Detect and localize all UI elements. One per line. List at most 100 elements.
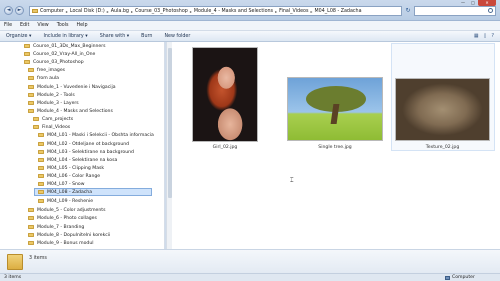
command-bar: Organize ▾ Include in library ▾ Share wi… <box>0 31 500 42</box>
burn-button[interactable]: Burn <box>141 34 152 39</box>
tree-item[interactable]: Module_6 - Photo collages <box>28 214 97 222</box>
close-button[interactable]: ✕ <box>478 0 496 6</box>
computer-icon <box>445 275 450 280</box>
tree-item[interactable]: M04_L05 - Clipping Mask <box>38 164 104 172</box>
title-bar: ◄ ► Computer ▸ Local Disk (D:) ▸ Aula.bg ▸ … <box>0 0 500 21</box>
folder-icon <box>28 225 34 229</box>
tree-item[interactable]: Cam_projects <box>33 115 73 123</box>
folder-icon <box>28 233 34 237</box>
status-bar: 3 items Computer <box>0 273 500 281</box>
tree-item[interactable]: M04_L06 - Color Range <box>38 172 100 180</box>
folder-icon <box>24 44 30 48</box>
thumbnail-girl[interactable] <box>192 47 258 142</box>
tree-item[interactable]: M04_L07 - Snow <box>38 180 84 188</box>
file-name: Texture_02.jpg <box>425 145 460 150</box>
tree-item[interactable]: Module_2 - Tools <box>28 91 75 99</box>
tree-item[interactable]: M04_L04 - Selektirane na kosa <box>38 156 117 164</box>
breadcrumb-disk[interactable]: Local Disk (D:) <box>70 9 105 14</box>
tree-item-selected[interactable]: M04_L08 - Zadacha <box>34 188 152 196</box>
folder-icon <box>32 9 38 13</box>
maximize-button[interactable]: □ <box>468 0 478 6</box>
view-controls: ▦ ▯ ? <box>474 33 494 39</box>
help-icon[interactable]: ? <box>491 33 494 39</box>
breadcrumb-course[interactable]: Course_03_Photoshop <box>135 9 188 14</box>
tree-item[interactable]: Module_7 - Branding <box>28 223 84 231</box>
folder-icon <box>28 216 34 220</box>
breadcrumb-aula[interactable]: Aula.bg <box>111 9 129 14</box>
view-options-icon[interactable]: ▦ <box>474 33 479 39</box>
tree-item[interactable]: M04_L03 - Selektirane na background <box>38 148 134 156</box>
back-icon: ◄ <box>6 7 11 13</box>
folder-icon <box>28 241 34 245</box>
status-item-count: 3 items <box>4 275 22 280</box>
address-bar[interactable]: Computer ▸ Local Disk (D:) ▸ Aula.bg ▸ Cour… <box>29 6 402 16</box>
folder-icon <box>28 109 34 113</box>
share-with-button[interactable]: Share with ▾ <box>100 34 129 39</box>
mouse-cursor-icon: ⌶ <box>290 177 294 184</box>
tree-item[interactable]: M04_L01 - Maski i Selekcii - Obshta info… <box>38 131 154 139</box>
tree-item[interactable]: Final_Videos <box>33 123 70 131</box>
forward-icon: ► <box>17 7 22 13</box>
folder-icon <box>28 68 34 72</box>
folder-icon <box>33 125 39 129</box>
tree-item[interactable]: M04_L02 - Otdeljane ot background <box>38 140 129 148</box>
breadcrumb-lesson[interactable]: M04_L08 - Zadacha <box>315 9 362 14</box>
tree-item[interactable]: Module_9 - Bonus modul <box>28 239 94 247</box>
tree-item[interactable]: M04_L09 - Reshenie <box>38 197 93 205</box>
folder-icon <box>28 101 34 105</box>
thumbnail-single-tree[interactable] <box>287 77 383 141</box>
thumbnail-texture[interactable] <box>395 78 490 141</box>
tree-trunk <box>330 104 340 124</box>
folder-icon <box>24 52 30 56</box>
menu-view[interactable]: View <box>37 23 48 28</box>
folder-icon <box>38 182 44 186</box>
minimize-button[interactable]: — <box>458 0 468 6</box>
folder-icon <box>33 117 39 121</box>
back-button[interactable]: ◄ <box>4 6 13 15</box>
breadcrumb-module[interactable]: Module_4 - Masks and Selections <box>194 9 273 14</box>
folder-icon <box>38 190 44 194</box>
folder-icon <box>24 60 30 64</box>
menu-file[interactable]: File <box>4 23 12 28</box>
new-folder-button[interactable]: New folder <box>164 34 190 39</box>
status-location: Computer <box>445 275 475 280</box>
file-name: Single tree.jpg <box>318 145 352 150</box>
tree-item[interactable]: from aula <box>28 74 59 82</box>
breadcrumb-final-videos[interactable]: Final_Videos <box>279 9 308 14</box>
breadcrumb-computer[interactable]: Computer <box>40 9 64 14</box>
refresh-icon[interactable]: ↻ <box>404 6 412 16</box>
include-in-library-button[interactable]: Include in library ▾ <box>43 34 87 39</box>
folder-icon <box>38 142 44 146</box>
folder-icon <box>38 174 44 178</box>
menu-bar: File Edit View Tools Help <box>0 21 500 31</box>
forward-button[interactable]: ► <box>15 6 24 15</box>
folder-icon <box>28 208 34 212</box>
menu-help[interactable]: Help <box>77 23 88 28</box>
folder-icon <box>38 166 44 170</box>
folder-icon <box>38 133 44 137</box>
folder-icon <box>38 199 44 203</box>
tree-item[interactable]: Module_8 - Dopulnitelni korekcii <box>28 231 110 239</box>
tree-item[interactable]: Module_1 - Vuvedenie i Navigacija <box>28 83 116 91</box>
folder-icon <box>28 93 34 97</box>
menu-edit[interactable]: Edit <box>20 23 29 28</box>
search-icon <box>488 8 493 13</box>
search-input[interactable] <box>414 6 496 16</box>
folder-icon <box>28 85 34 89</box>
tree-item[interactable]: Module_3 - Layers <box>28 99 79 107</box>
organize-button[interactable]: Organize ▾ <box>6 34 31 39</box>
details-pane: 3 items <box>0 249 500 273</box>
tree-item[interactable]: Module_4 - Masks and Selections <box>28 107 113 115</box>
tree-item[interactable]: Course_02_Vray-All_in_One <box>24 50 95 58</box>
preview-pane-icon[interactable]: ▯ <box>484 33 487 39</box>
folder-icon <box>38 158 44 162</box>
folder-icon <box>38 150 44 154</box>
navigation-pane: Course_01_3Ds_Max_Beginners Course_02_Vr… <box>0 42 165 249</box>
tree-item[interactable]: Module_5 - Color adjustments <box>28 206 105 214</box>
tree-item[interactable]: free_images <box>28 66 65 74</box>
tree-item[interactable]: Course_03_Photoshop <box>24 58 84 66</box>
menu-tools[interactable]: Tools <box>57 23 69 28</box>
details-item-count: 3 items <box>29 256 47 261</box>
folder-icon <box>7 254 23 270</box>
tree-item[interactable]: Course_01_3Ds_Max_Beginners <box>24 42 106 50</box>
